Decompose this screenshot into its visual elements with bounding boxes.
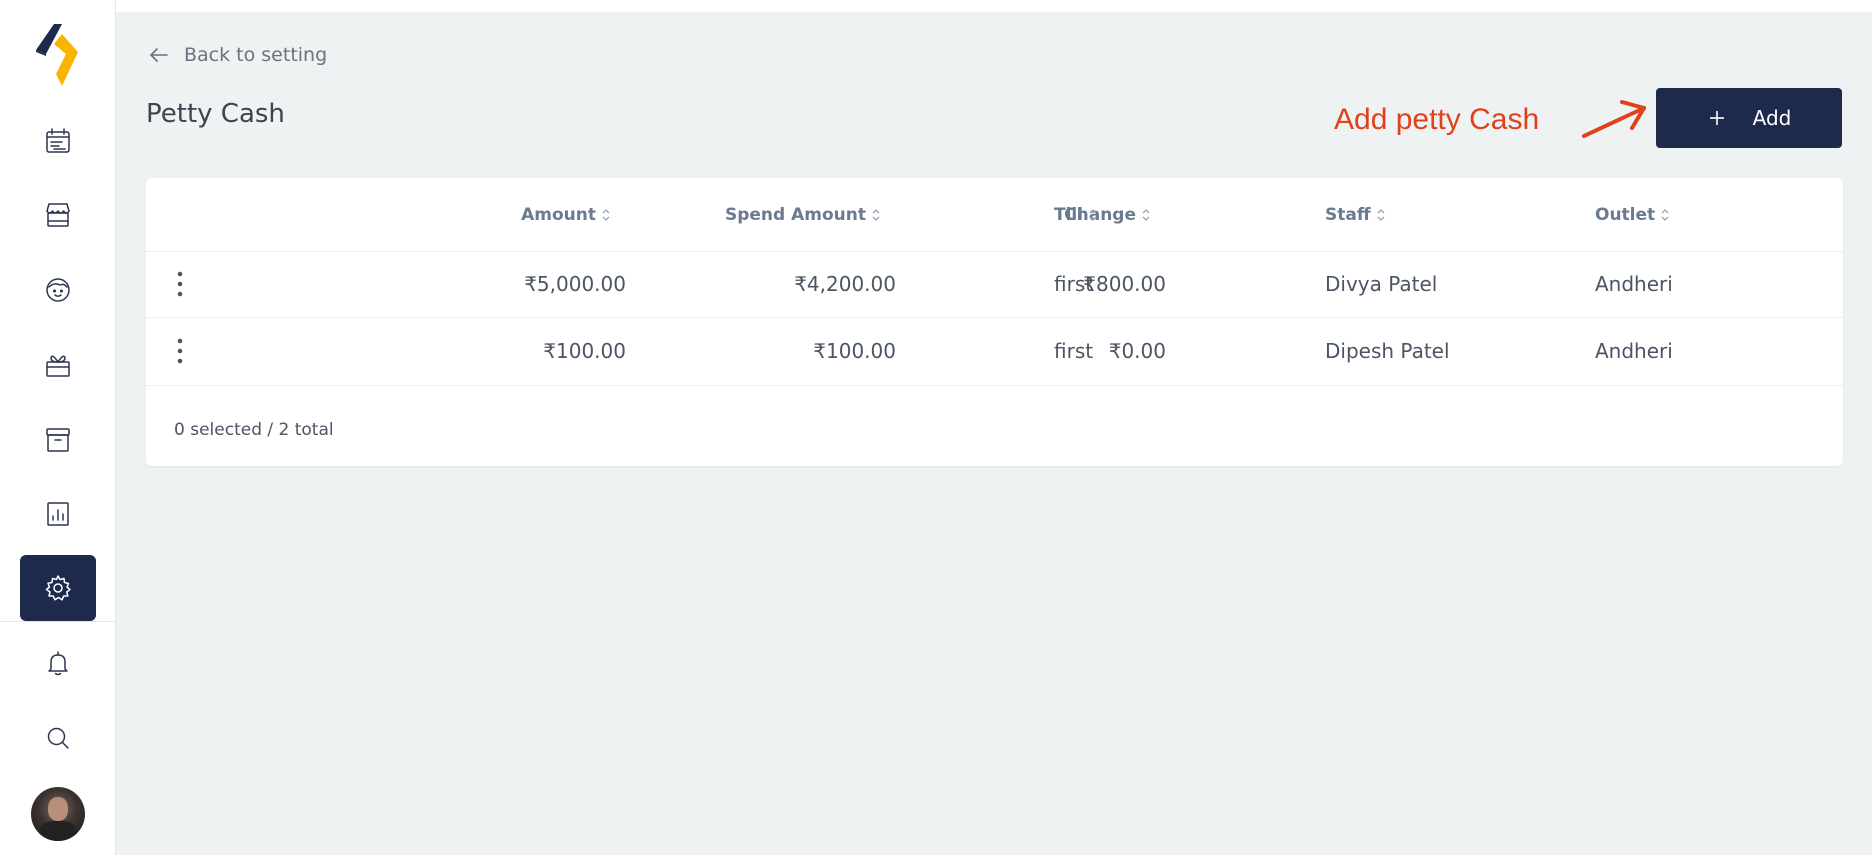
column-header-till[interactable]: Till (1054, 178, 1304, 251)
cell-outlet: Andheri (1595, 272, 1673, 296)
row-actions-button[interactable] (170, 317, 190, 385)
table-row[interactable]: ₹5,000.00 ₹4,200.00 ₹800.00 first Divya … (146, 251, 1843, 318)
sort-icon (1089, 208, 1097, 221)
sidebar (0, 0, 116, 855)
kebab-menu-icon (177, 271, 183, 297)
cell-till: first (1054, 339, 1094, 363)
back-link-label: Back to setting (184, 44, 328, 66)
cell-staff: Divya Patel (1325, 272, 1438, 296)
kebab-menu-icon (177, 338, 183, 364)
sidebar-item-customers[interactable] (20, 257, 96, 323)
page-title: Petty Cash (146, 99, 285, 129)
store-icon (46, 203, 70, 227)
annotation-arrow-icon (1582, 100, 1646, 138)
cell-staff: Dipesh Patel (1325, 339, 1450, 363)
brand-logo-icon[interactable] (32, 22, 84, 86)
sort-icon (1661, 208, 1669, 221)
bell-icon (48, 651, 68, 676)
table-header: Amount Spend Amount Change Till Staff Ou… (146, 178, 1843, 252)
table-row[interactable]: ₹100.00 ₹100.00 ₹0.00 first Dipesh Patel… (146, 317, 1843, 386)
sidebar-item-settings[interactable] (20, 555, 96, 621)
sidebar-item-notifications[interactable] (20, 630, 96, 696)
column-header-spend-amount[interactable]: Spend Amount (596, 178, 881, 251)
petty-cash-table: Amount Spend Amount Change Till Staff Ou… (146, 178, 1843, 466)
customer-face-icon (46, 278, 70, 302)
sort-icon (1377, 208, 1385, 221)
column-header-outlet[interactable]: Outlet (1595, 178, 1835, 251)
selection-summary: 0 selected / 2 total (174, 420, 334, 440)
column-header-staff[interactable]: Staff (1325, 178, 1575, 251)
column-header-amount[interactable]: Amount (326, 178, 611, 251)
sidebar-item-gifts[interactable] (20, 332, 96, 398)
user-avatar[interactable] (31, 787, 85, 841)
sidebar-item-archive[interactable] (20, 407, 96, 473)
sidebar-item-reports[interactable] (20, 481, 96, 547)
gear-icon (45, 575, 71, 601)
cell-outlet: Andheri (1595, 339, 1673, 363)
sidebar-item-calendar[interactable] (20, 108, 96, 174)
search-icon (47, 727, 69, 749)
annotation-text: Add petty Cash (1334, 103, 1540, 136)
sidebar-item-search[interactable] (20, 705, 96, 771)
sidebar-divider (0, 621, 115, 622)
add-button-label: Add (1752, 106, 1792, 130)
plus-icon (1709, 111, 1724, 125)
gift-icon (46, 355, 70, 377)
arrow-left-icon (150, 48, 168, 62)
back-to-setting-link[interactable]: Back to setting (148, 40, 327, 70)
calendar-icon (46, 128, 70, 153)
add-button[interactable]: Add (1656, 88, 1842, 148)
row-actions-button[interactable] (170, 251, 190, 317)
sidebar-item-store[interactable] (20, 182, 96, 248)
top-strip (0, 0, 1872, 12)
cell-till: first (1054, 272, 1094, 296)
archive-icon (46, 428, 70, 452)
report-chart-icon (47, 502, 69, 526)
